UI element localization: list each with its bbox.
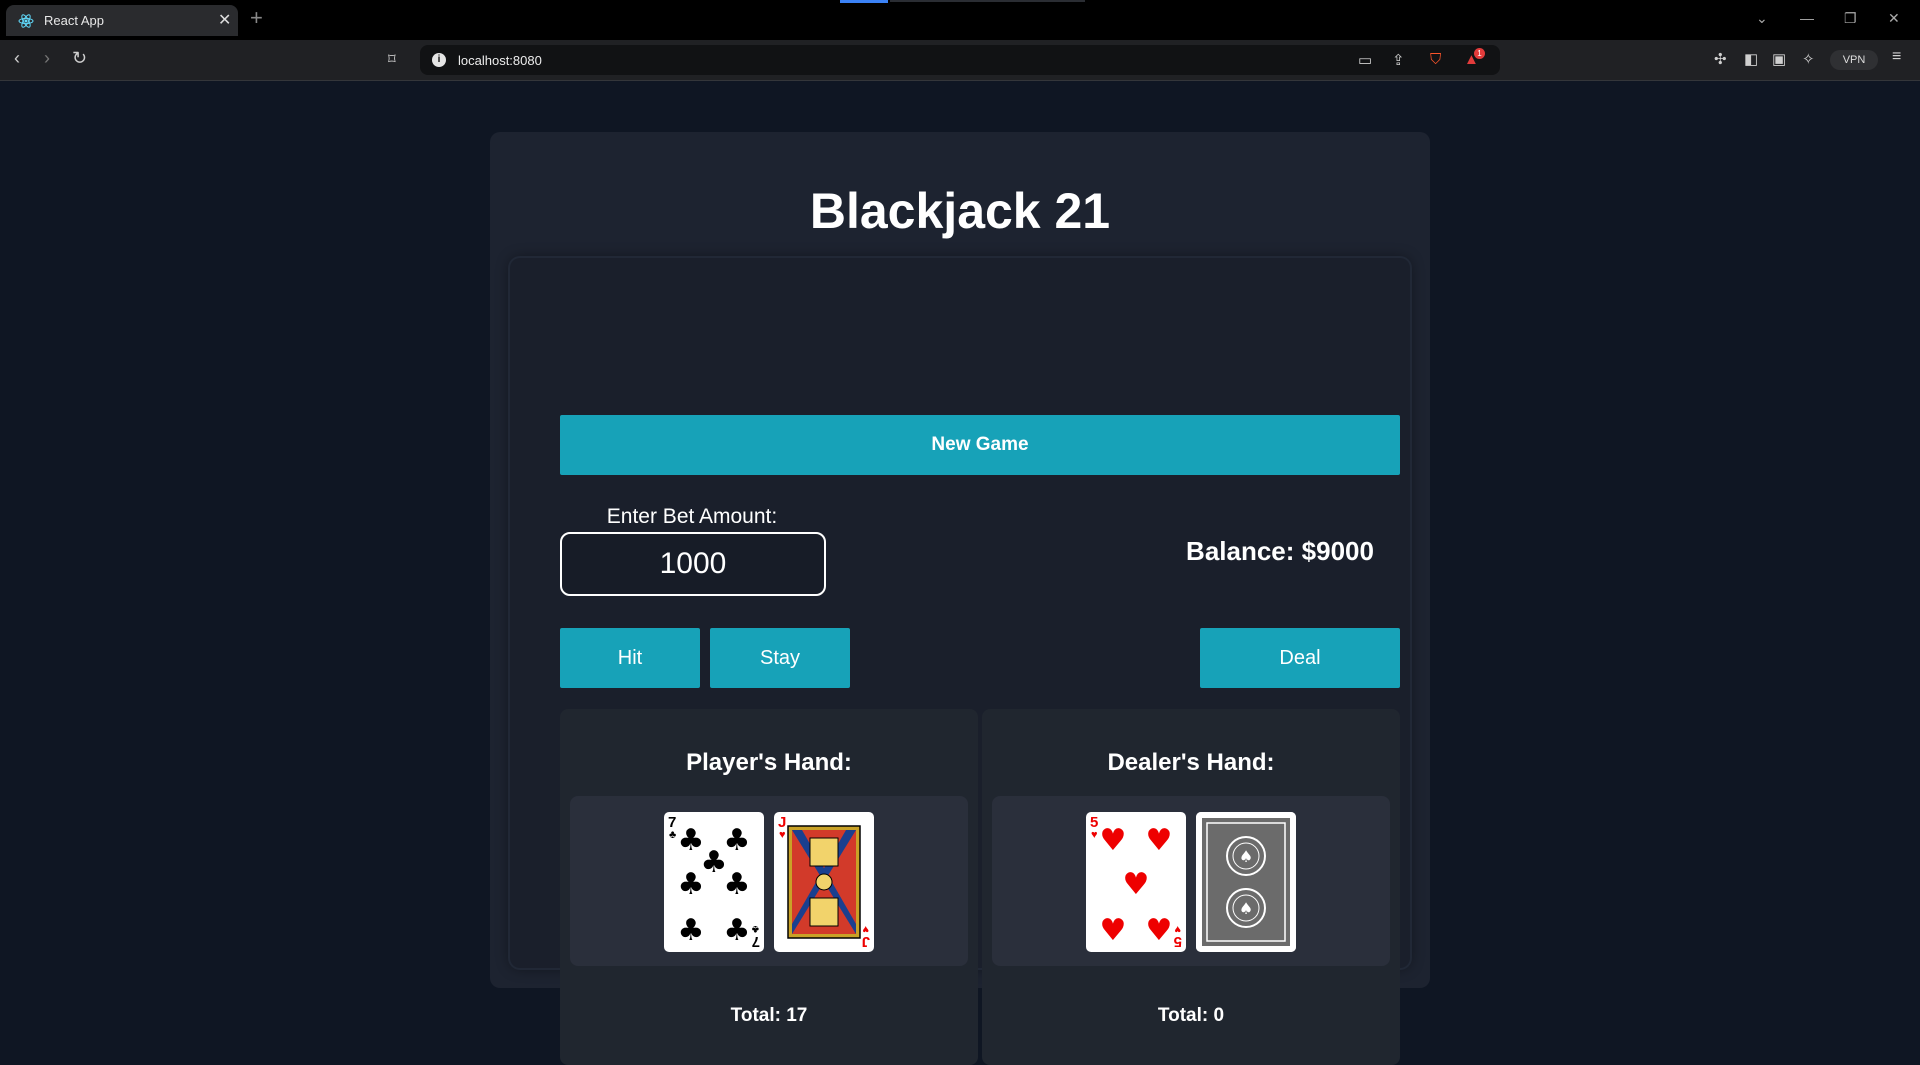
share-icon[interactable]: ⇪ — [1392, 51, 1405, 69]
svg-text:♥: ♥ — [1091, 829, 1098, 841]
playing-card: 7 ♣ ♣ ♣ ♣ ♣ ♣ ♣ ♣ 7 ♣ — [664, 812, 764, 952]
brave-shields-icon[interactable]: ⛉ — [1430, 51, 1441, 68]
tab-loading-indicator — [840, 0, 888, 3]
playing-card: 5 ♥ ♥ ♥ ♥ ♥ ♥ 5 ♥ — [1086, 812, 1186, 952]
svg-text:♥: ♥ — [1146, 823, 1173, 858]
five-of-hearts-card: 5 ♥ ♥ ♥ ♥ ♥ ♥ 5 ♥ — [1090, 814, 1182, 950]
bookmark-icon[interactable]: ⌑ — [388, 50, 396, 68]
svg-text:♥: ♥ — [862, 923, 869, 935]
dealer-hand: Dealer's Hand: 5 ♥ ♥ ♥ ♥ ♥ ♥ 5 ♥ ♠ ♠ Tot… — [982, 709, 1400, 1065]
close-window-icon[interactable]: ✕ — [1888, 10, 1900, 27]
svg-text:♠: ♠ — [1239, 899, 1253, 918]
svg-text:♥: ♥ — [1100, 823, 1127, 858]
player-hand-title: Player's Hand: — [686, 749, 852, 776]
bet-amount-input[interactable]: 1000 — [560, 532, 826, 596]
tab-title: React App — [44, 13, 104, 28]
hit-button[interactable]: Hit — [560, 628, 700, 688]
reload-icon[interactable]: ↻ — [72, 48, 87, 69]
leo-ai-icon[interactable]: ✧ — [1802, 50, 1815, 68]
dealer-total: Total: 0 — [1157, 1005, 1225, 1026]
tab-search-chevron-icon[interactable]: ⌄ — [1756, 10, 1768, 27]
deal-button[interactable]: Deal — [1200, 628, 1400, 688]
svg-text:♠: ♠ — [1239, 847, 1253, 866]
svg-text:♣: ♣ — [724, 913, 751, 948]
player-cards: 7 ♣ ♣ ♣ ♣ ♣ ♣ ♣ ♣ 7 ♣ J ♥ J ♥ — [570, 796, 968, 966]
dealer-cards: 5 ♥ ♥ ♥ ♥ ♥ ♥ 5 ♥ ♠ ♠ — [992, 796, 1390, 966]
seven-of-clubs-card: 7 ♣ ♣ ♣ ♣ ♣ ♣ ♣ ♣ 7 ♣ — [668, 814, 760, 950]
svg-text:♣: ♣ — [669, 829, 676, 841]
dealer-hand-title: Dealer's Hand: — [1107, 749, 1275, 776]
site-info-icon[interactable]: i — [432, 53, 446, 67]
new-game-button[interactable]: New Game — [560, 415, 1400, 475]
svg-text:♥: ♥ — [1146, 913, 1173, 948]
svg-text:♣: ♣ — [724, 867, 751, 902]
cast-icon[interactable]: ▭ — [1358, 51, 1372, 69]
svg-text:♣: ♣ — [752, 923, 759, 935]
menu-icon[interactable]: ≡ — [1892, 48, 1901, 66]
svg-text:♣: ♣ — [678, 913, 705, 948]
sidebar-icon[interactable]: ◧ — [1744, 50, 1758, 68]
playing-card: ♠ ♠ — [1196, 812, 1296, 952]
restore-icon[interactable]: ❐ — [1844, 10, 1857, 27]
rewards-badge: 1 — [1474, 48, 1485, 59]
stay-button[interactable]: Stay — [710, 628, 850, 688]
address-bar[interactable]: i localhost:8080 ▭ ⇪ ⛉ ▲ 1 — [420, 45, 1500, 75]
url-text[interactable]: localhost:8080 — [458, 53, 542, 68]
svg-text:♥: ♥ — [1123, 867, 1150, 902]
svg-text:♣: ♣ — [678, 867, 705, 902]
wallet-icon[interactable]: ▣ — [1772, 50, 1786, 68]
balance-text: Balance: $9000 — [1186, 536, 1374, 566]
svg-text:♥: ♥ — [779, 829, 786, 841]
react-logo-icon — [18, 14, 34, 28]
jack-of-hearts-card: J ♥ J ♥ — [778, 814, 870, 950]
card-back: ♠ ♠ — [1196, 812, 1296, 952]
browser-toolbar: ‹ › ↻ ⌑ i localhost:8080 ▭ ⇪ ⛉ ▲ 1 ✣ ◧ ▣… — [0, 40, 1920, 81]
tab-strip-divider — [890, 0, 1085, 2]
browser-tab[interactable]: React App ✕ — [6, 5, 238, 36]
game-panel: Blackjack 21 New Game Enter Bet Amount: … — [490, 132, 1430, 1065]
svg-text:♣: ♣ — [724, 823, 751, 858]
player-hand: Player's Hand: 7 ♣ ♣ ♣ ♣ ♣ ♣ ♣ ♣ 7 ♣ J ♥… — [560, 709, 978, 1065]
svg-text:♥: ♥ — [1174, 923, 1181, 935]
page-title: Blackjack 21 — [809, 183, 1111, 239]
game-board: New Game Enter Bet Amount: 1000 Balance:… — [510, 258, 1410, 1065]
bet-label: Enter Bet Amount: — [606, 505, 778, 528]
minimize-icon[interactable]: — — [1800, 10, 1814, 26]
player-total: Total: 17 — [730, 1005, 808, 1026]
extensions-icon[interactable]: ✣ — [1714, 50, 1727, 68]
svg-text:♥: ♥ — [1100, 913, 1127, 948]
browser-tabbar: React App ✕ + ⌄ — ❐ ✕ — [0, 0, 1920, 40]
tab-close-icon[interactable]: ✕ — [218, 10, 231, 30]
vpn-button[interactable]: VPN — [1830, 50, 1878, 70]
playing-card: J ♥ J ♥ — [774, 812, 874, 952]
forward-icon[interactable]: › — [44, 48, 50, 69]
new-tab-button[interactable]: + — [250, 6, 263, 30]
back-icon[interactable]: ‹ — [14, 48, 20, 69]
